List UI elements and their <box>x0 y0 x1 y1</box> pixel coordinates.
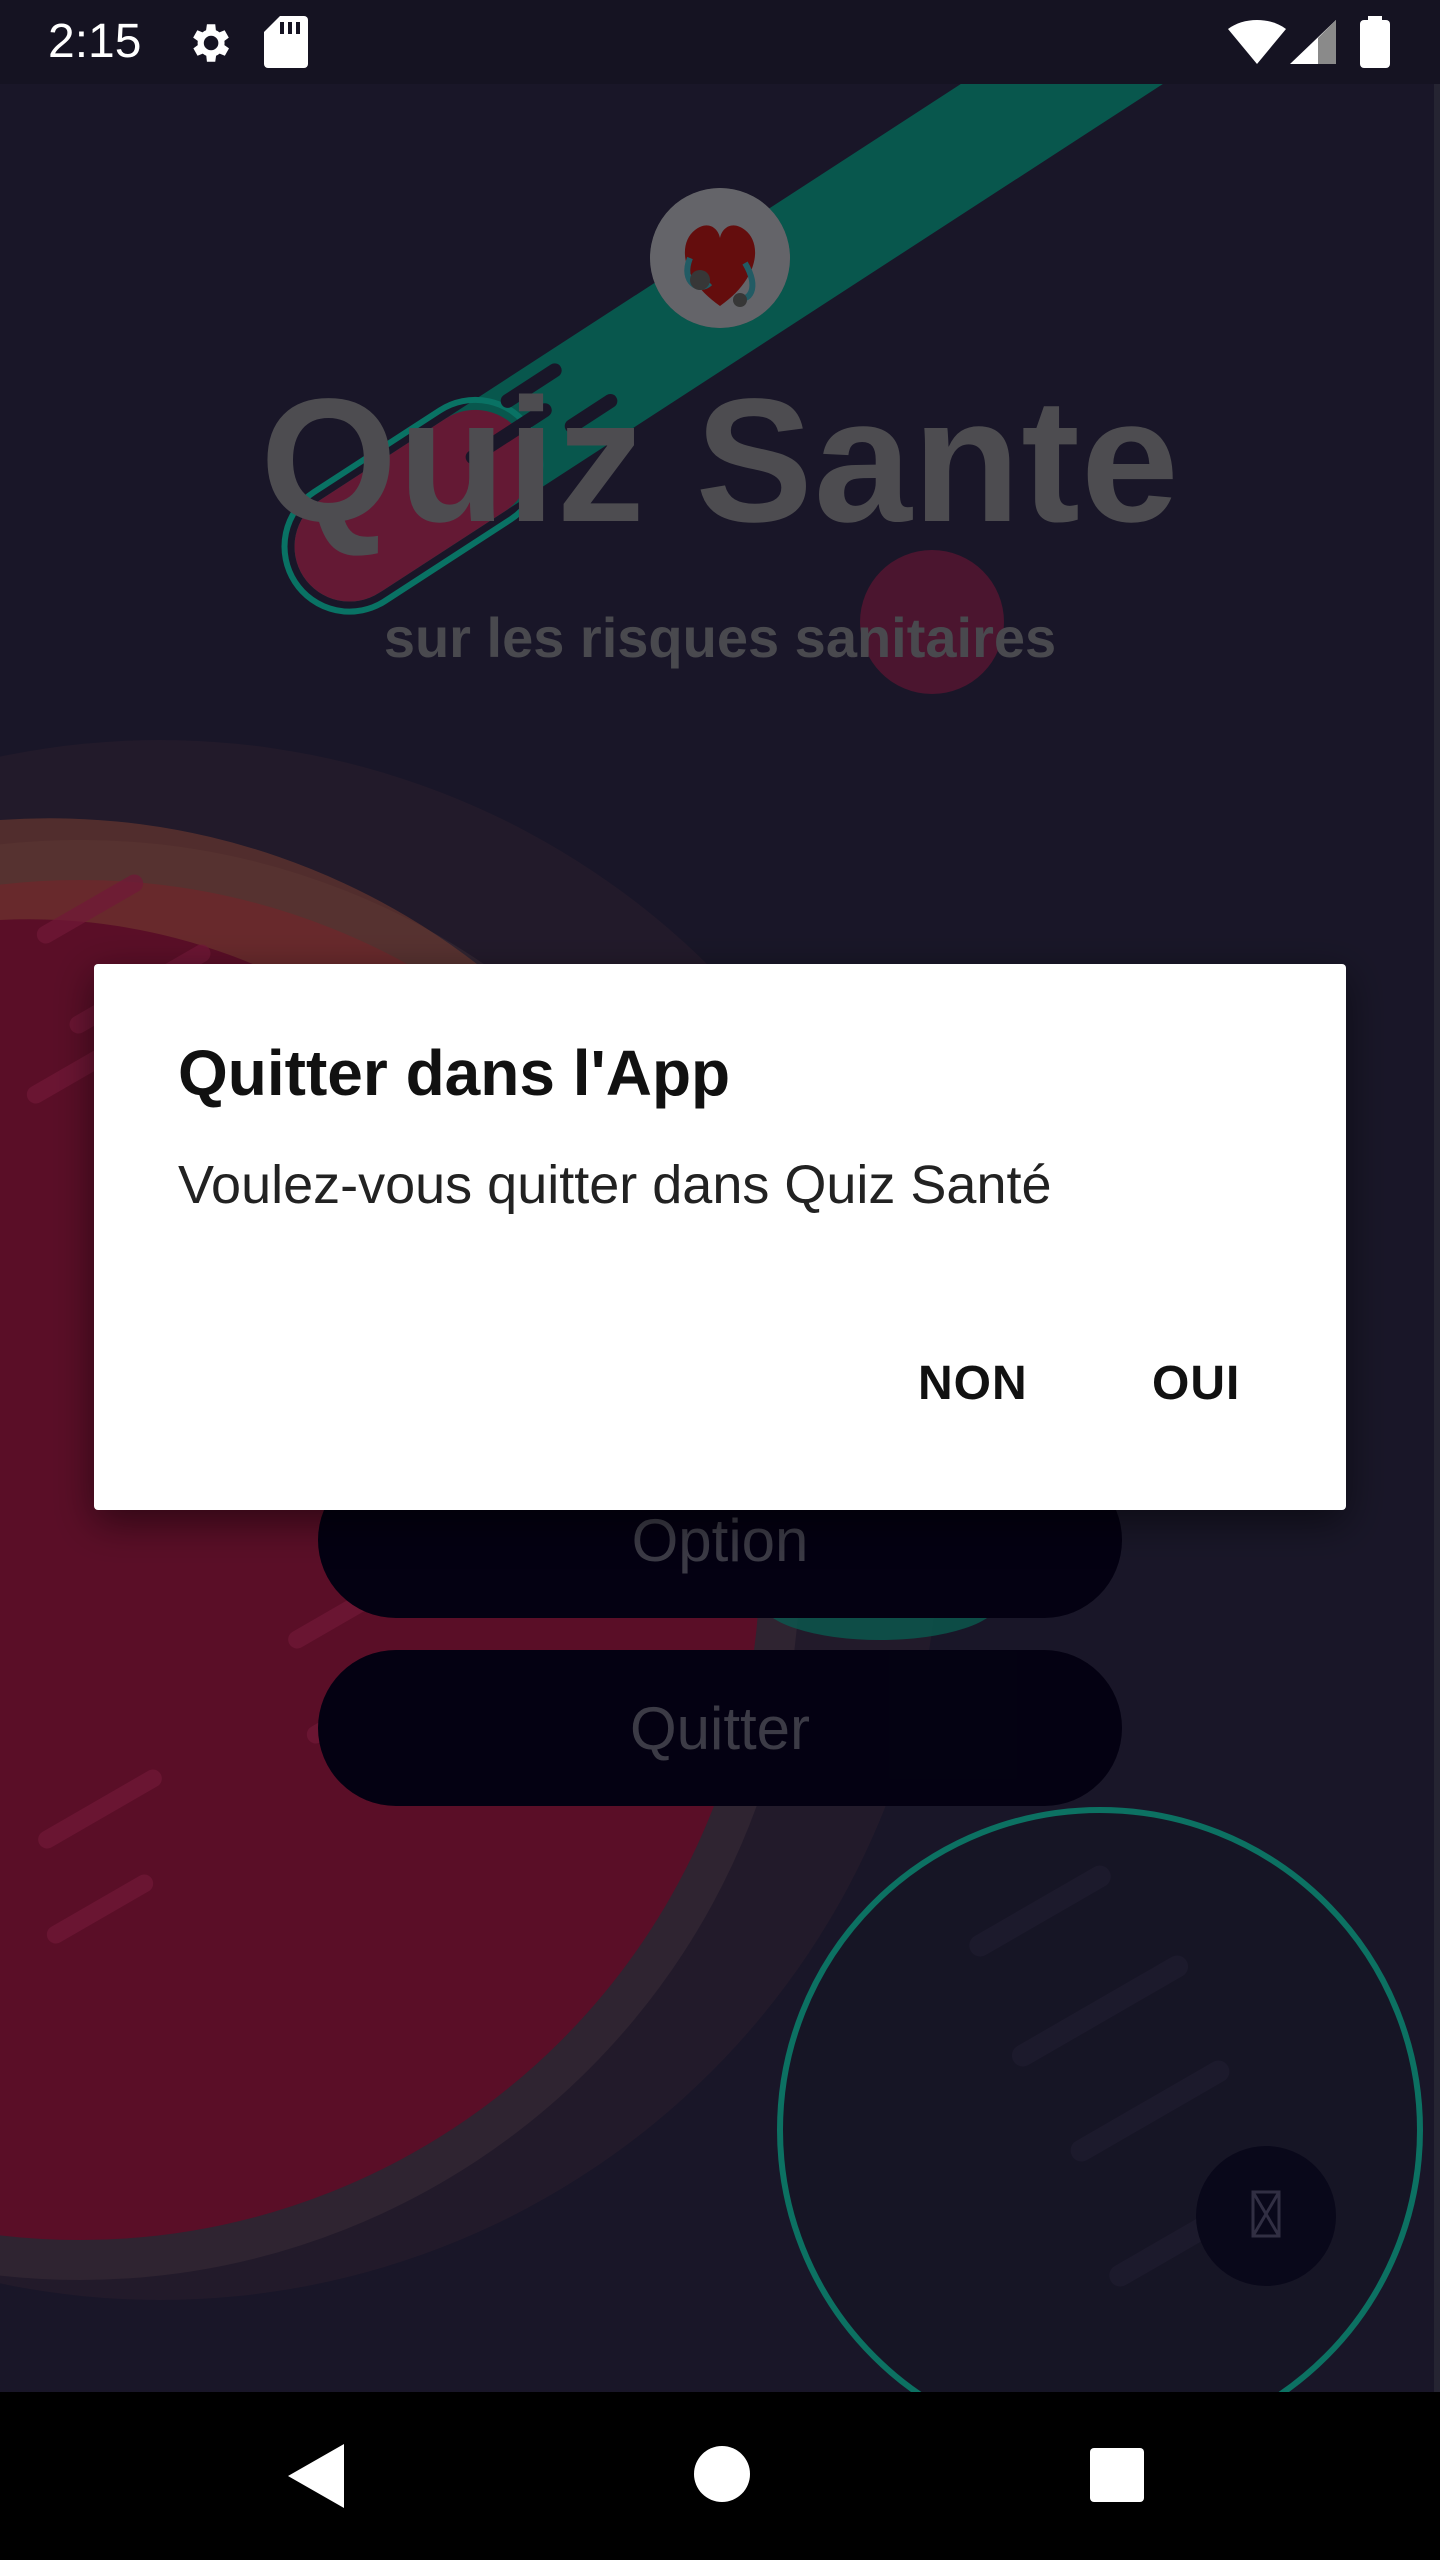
status-bar: 2:15 <box>0 0 1440 84</box>
home-icon[interactable] <box>694 2446 750 2507</box>
wifi-icon <box>1228 20 1286 69</box>
recents-icon[interactable] <box>1090 2448 1144 2507</box>
dialog-oui-button[interactable]: OUI <box>1136 1346 1256 1421</box>
signal-icon <box>1290 20 1336 69</box>
dialog-title: Quitter dans l'App <box>178 1037 731 1109</box>
status-time: 2:15 <box>48 15 142 68</box>
quit-dialog: Quitter dans l'App Voulez-vous quitter d… <box>94 964 1346 1510</box>
dialog-message: Voulez-vous quitter dans Quiz Santé <box>178 1155 1052 1215</box>
back-icon[interactable] <box>288 2444 344 2513</box>
battery-icon <box>1360 16 1390 73</box>
dialog-non-button[interactable]: NON <box>902 1346 1044 1421</box>
gear-icon <box>184 18 234 73</box>
sd-card-icon <box>264 16 308 73</box>
screen: 2:15 Quiz Sante sur les risques sanitair… <box>0 0 1440 2560</box>
navigation-bar <box>0 2392 1440 2560</box>
